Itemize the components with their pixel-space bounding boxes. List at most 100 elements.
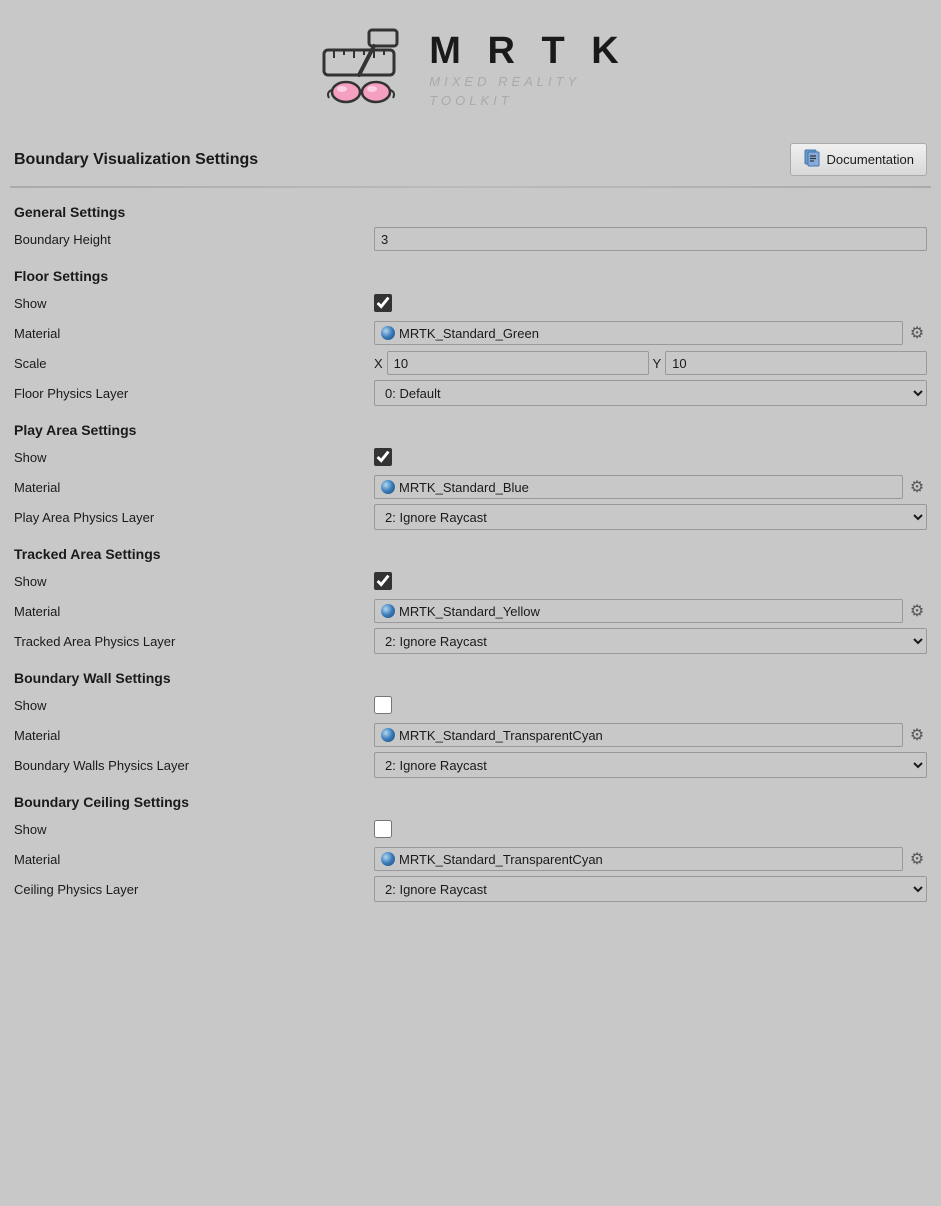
floor-material-gear-icon[interactable]: ⚙ (907, 323, 927, 343)
boundary-wall-material-label: Material (14, 728, 374, 743)
floor-scale-row: Scale X Y (14, 350, 927, 376)
page-title: Boundary Visualization Settings (14, 151, 258, 169)
boundary-ceiling-material-row: Material MRTK_Standard_TransparentCyan ⚙ (14, 846, 927, 872)
floor-material-row: Material MRTK_Standard_Green ⚙ (14, 320, 927, 346)
boundary-wall-show-checkbox[interactable] (374, 696, 392, 714)
logo-subtitle-line2: TOOLKIT (429, 92, 626, 110)
floor-scale-y-input[interactable] (665, 351, 927, 375)
play-area-material-gear-icon[interactable]: ⚙ (907, 477, 927, 497)
logo-title: M R T K (429, 30, 626, 73)
play-area-physics-layer-label: Play Area Physics Layer (14, 510, 374, 525)
floor-scale-x-label: X (374, 356, 383, 371)
boundary-ceiling-show-checkbox[interactable] (374, 820, 392, 838)
boundary-ceiling-physics-layer-row: Ceiling Physics Layer 0: Default 1: Tran… (14, 876, 927, 902)
boundary-height-row: Boundary Height (14, 226, 927, 252)
doc-button-label: Documentation (827, 152, 914, 167)
boundary-ceiling-settings-title: Boundary Ceiling Settings (14, 794, 927, 810)
play-area-show-row: Show (14, 444, 927, 470)
play-area-material-field[interactable]: MRTK_Standard_Blue (374, 475, 903, 499)
play-area-material-row: Material MRTK_Standard_Blue ⚙ (14, 474, 927, 500)
floor-show-checkbox[interactable] (374, 294, 392, 312)
play-area-material-label: Material (14, 480, 374, 495)
logo-subtitle-line1: MIXED REALITY (429, 73, 626, 91)
tracked-area-settings-title: Tracked Area Settings (14, 546, 927, 562)
logo-text: M R T K MIXED REALITY TOOLKIT (429, 30, 626, 109)
floor-physics-layer-row: Floor Physics Layer 0: Default 1: Transp… (14, 380, 927, 406)
page-header-row: Boundary Visualization Settings Document… (10, 135, 931, 184)
boundary-wall-show-label: Show (14, 698, 374, 713)
boundary-ceiling-settings-group: Boundary Ceiling Settings Show Material … (10, 788, 931, 912)
boundary-height-label: Boundary Height (14, 232, 374, 247)
floor-settings-group: Floor Settings Show Material MRTK_Standa… (10, 262, 931, 416)
boundary-wall-physics-layer-select[interactable]: 0: Default 1: TransparentFX 2: Ignore Ra… (374, 752, 927, 778)
boundary-ceiling-material-field[interactable]: MRTK_Standard_TransparentCyan (374, 847, 903, 871)
boundary-wall-physics-layer-label: Boundary Walls Physics Layer (14, 758, 374, 773)
boundary-ceiling-material-value: MRTK_Standard_TransparentCyan (399, 852, 603, 867)
boundary-wall-material-row: Material MRTK_Standard_TransparentCyan ⚙ (14, 722, 927, 748)
floor-physics-layer-label: Floor Physics Layer (14, 386, 374, 401)
boundary-ceiling-material-gear-icon[interactable]: ⚙ (907, 849, 927, 869)
boundary-ceiling-material-field-row: MRTK_Standard_TransparentCyan ⚙ (374, 847, 927, 871)
floor-material-value: MRTK_Standard_Green (399, 326, 539, 341)
boundary-wall-show-row: Show (14, 692, 927, 718)
tracked-area-settings-group: Tracked Area Settings Show Material MRTK… (10, 540, 931, 664)
floor-physics-layer-select[interactable]: 0: Default 1: TransparentFX 2: Ignore Ra… (374, 380, 927, 406)
play-area-material-field-row: MRTK_Standard_Blue ⚙ (374, 475, 927, 499)
boundary-wall-material-field-row: MRTK_Standard_TransparentCyan ⚙ (374, 723, 927, 747)
play-area-settings-title: Play Area Settings (14, 422, 927, 438)
floor-material-sphere (381, 326, 395, 340)
play-area-show-checkbox[interactable] (374, 448, 392, 466)
boundary-ceiling-show-row: Show (14, 816, 927, 842)
tracked-area-show-checkbox[interactable] (374, 572, 392, 590)
boundary-wall-settings-group: Boundary Wall Settings Show Material MRT… (10, 664, 931, 788)
tracked-area-material-row: Material MRTK_Standard_Yellow ⚙ (14, 598, 927, 624)
floor-scale-inputs: X Y (374, 351, 927, 375)
floor-material-field[interactable]: MRTK_Standard_Green (374, 321, 903, 345)
tracked-area-material-value: MRTK_Standard_Yellow (399, 604, 540, 619)
play-area-physics-layer-row: Play Area Physics Layer 0: Default 1: Tr… (14, 504, 927, 530)
boundary-ceiling-physics-layer-select[interactable]: 0: Default 1: TransparentFX 2: Ignore Ra… (374, 876, 927, 902)
general-settings-group: General Settings Boundary Height (10, 198, 931, 262)
tracked-area-material-field-row: MRTK_Standard_Yellow ⚙ (374, 599, 927, 623)
header: M R T K MIXED REALITY TOOLKIT (0, 0, 941, 135)
floor-material-label: Material (14, 326, 374, 341)
boundary-ceiling-physics-layer-label: Ceiling Physics Layer (14, 882, 374, 897)
tracked-area-physics-layer-row: Tracked Area Physics Layer 0: Default 1:… (14, 628, 927, 654)
tracked-area-show-row: Show (14, 568, 927, 594)
mrtk-logo-icon (314, 20, 414, 120)
floor-settings-title: Floor Settings (14, 268, 927, 284)
logo-area: M R T K MIXED REALITY TOOLKIT (314, 20, 626, 120)
play-area-show-label: Show (14, 450, 374, 465)
play-area-physics-layer-select[interactable]: 0: Default 1: TransparentFX 2: Ignore Ra… (374, 504, 927, 530)
tracked-area-show-label: Show (14, 574, 374, 589)
tracked-area-material-sphere (381, 604, 395, 618)
play-area-material-value: MRTK_Standard_Blue (399, 480, 529, 495)
documentation-button[interactable]: Documentation (790, 143, 927, 176)
play-area-material-sphere (381, 480, 395, 494)
boundary-wall-material-gear-icon[interactable]: ⚙ (907, 725, 927, 745)
boundary-ceiling-show-label: Show (14, 822, 374, 837)
boundary-height-input[interactable] (374, 227, 927, 251)
tracked-area-material-label: Material (14, 604, 374, 619)
doc-icon (803, 149, 821, 170)
tracked-area-material-field[interactable]: MRTK_Standard_Yellow (374, 599, 903, 623)
boundary-wall-physics-layer-row: Boundary Walls Physics Layer 0: Default … (14, 752, 927, 778)
floor-scale-y-label: Y (653, 356, 662, 371)
boundary-wall-material-field[interactable]: MRTK_Standard_TransparentCyan (374, 723, 903, 747)
floor-show-label: Show (14, 296, 374, 311)
floor-scale-label: Scale (14, 356, 374, 371)
boundary-wall-material-value: MRTK_Standard_TransparentCyan (399, 728, 603, 743)
tracked-area-physics-layer-label: Tracked Area Physics Layer (14, 634, 374, 649)
floor-show-row: Show (14, 290, 927, 316)
main-content: Boundary Visualization Settings Document… (0, 135, 941, 912)
boundary-ceiling-material-sphere (381, 852, 395, 866)
general-settings-title: General Settings (14, 204, 927, 220)
floor-material-field-row: MRTK_Standard_Green ⚙ (374, 321, 927, 345)
header-divider (10, 186, 931, 188)
boundary-ceiling-material-label: Material (14, 852, 374, 867)
boundary-wall-material-sphere (381, 728, 395, 742)
boundary-wall-settings-title: Boundary Wall Settings (14, 670, 927, 686)
floor-scale-x-input[interactable] (387, 351, 649, 375)
tracked-area-physics-layer-select[interactable]: 0: Default 1: TransparentFX 2: Ignore Ra… (374, 628, 927, 654)
tracked-area-material-gear-icon[interactable]: ⚙ (907, 601, 927, 621)
